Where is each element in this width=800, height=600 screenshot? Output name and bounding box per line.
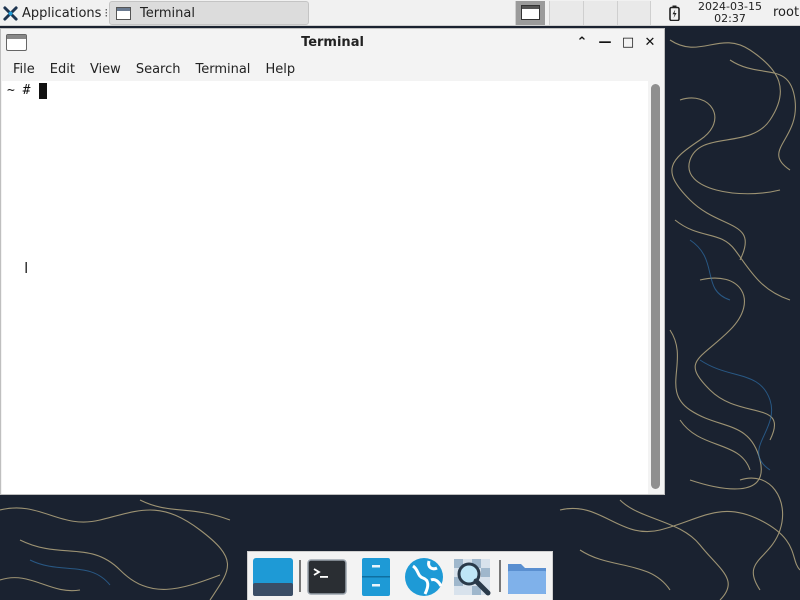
menu-help[interactable]: Help [257,62,303,77]
clock-time: 02:37 [714,12,746,25]
dock-separator [299,560,301,592]
terminal-output[interactable]: ~ # I [2,81,648,494]
top-panel: Applications ⁝ Terminal 2024-03-15 02:37… [0,0,800,26]
xfce-logo-icon [3,5,18,21]
terminal-icon[interactable] [306,556,348,598]
battery-charging-icon[interactable] [669,5,680,21]
text-cursor [39,83,48,99]
taskbar-window-title: Terminal [140,5,195,21]
dock-separator [499,560,501,592]
window-icon [116,6,131,20]
clock[interactable]: 2024-03-15 02:37 [690,0,770,25]
search-icon[interactable] [451,556,493,598]
window-titlebar[interactable]: Terminal ⌃ — □ ✕ [1,29,664,57]
scrollbar-thumb[interactable] [651,84,660,489]
workspace-2[interactable] [549,1,583,25]
show-desktop-icon[interactable] [252,556,294,598]
vertical-scrollbar[interactable] [649,81,663,494]
applications-label: Applications [22,5,102,21]
shell-prompt: ~ # [7,83,39,98]
terminal-window: Terminal ⌃ — □ ✕ File Edit View Search T… [0,28,665,495]
menubar: File Edit View Search Terminal Help [1,57,664,81]
shade-button[interactable]: ⌃ [573,34,591,52]
workspace-4[interactable] [617,1,651,25]
workspace-window-preview [521,5,540,20]
mouse-ibeam-cursor-icon: I [24,259,29,277]
menu-edit[interactable]: Edit [42,62,83,77]
menu-search[interactable]: Search [128,62,189,77]
close-button[interactable]: ✕ [641,34,659,52]
workspace-1[interactable] [515,1,545,25]
menu-terminal[interactable]: Terminal [187,62,258,77]
panel-separator: ⁝ [104,6,109,20]
menu-file[interactable]: File [1,62,43,77]
menu-view[interactable]: View [82,62,129,77]
file-cabinet-icon[interactable] [355,556,397,598]
dock [247,551,553,600]
folder-icon[interactable] [506,556,548,598]
workspace-3[interactable] [583,1,617,25]
taskbar-terminal-button[interactable]: Terminal [109,1,309,25]
user-menu[interactable]: root [773,5,799,20]
web-browser-icon[interactable] [403,556,445,598]
prompt-line: ~ # [7,83,48,99]
maximize-button[interactable]: □ [619,34,637,52]
minimize-button[interactable]: — [596,34,614,52]
applications-menu[interactable]: Applications ⁝ [0,0,108,26]
window-title: Terminal [301,35,364,50]
